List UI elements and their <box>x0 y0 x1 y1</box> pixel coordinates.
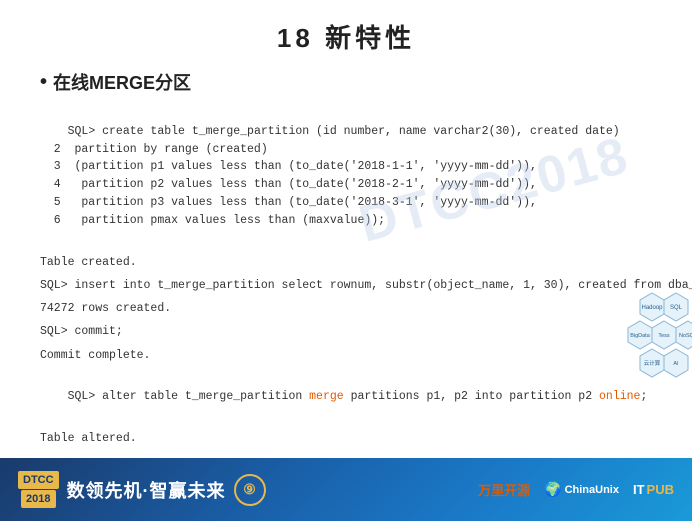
code-line-5: 5 partition p3 values less than (to_date… <box>40 196 537 209</box>
footer-icon-char: ⑨ <box>243 481 256 498</box>
main-content: DTCC2018 18 新特性 • 在线MERGE分区 SQL> create … <box>0 0 692 458</box>
page-title: 18 新特性 <box>40 18 652 55</box>
code-line-2: 2 partition by range (created) <box>40 143 268 156</box>
footer-right: 万里开源 🌍 ChinaUnix IT PUB <box>478 480 674 499</box>
dtcc-year: 2018 <box>21 490 55 508</box>
result-1: Table created. <box>40 256 652 269</box>
svg-text:SQL: SQL <box>670 305 683 311</box>
code-block-1: SQL> create table t_merge_partition (id … <box>40 105 652 248</box>
footer: DTCC 2018 数领先机·智赢未来 ⑨ 万里开源 🌍 ChinaUnix I… <box>0 458 692 521</box>
bullet-icon: • <box>40 71 47 94</box>
code-block-3: SQL> commit; <box>40 323 652 341</box>
svg-text:AI: AI <box>673 361 679 367</box>
code-block-4: SQL> alter table t_merge_partition merge… <box>40 370 652 423</box>
footer-logo-2-container: 🌍 ChinaUnix <box>544 481 619 498</box>
dtcc-badge: DTCC <box>18 471 59 489</box>
code-block-2: SQL> insert into t_merge_partition selec… <box>40 277 652 295</box>
code-line-1: SQL> create table t_merge_partition (id … <box>68 125 620 138</box>
result-4: Table altered. <box>40 432 652 445</box>
footer-logo-3: IT <box>633 482 645 497</box>
result-2: 74272 rows created. <box>40 302 652 315</box>
code-line-3: 3 (partition p1 values less than (to_dat… <box>40 160 537 173</box>
code-block-4-middle: partitions p1, p2 into partition p2 <box>344 390 599 403</box>
footer-logo-1: 万里开源 <box>478 480 530 499</box>
footer-logo-2: ChinaUnix <box>565 484 619 496</box>
code-line-6: 6 partition pmax values less than (maxva… <box>40 214 385 227</box>
footer-logo-3-container: IT PUB <box>633 482 674 497</box>
svg-text:NoSQL: NoSQL <box>679 333 692 339</box>
footer-pub: PUB <box>647 482 674 497</box>
code-block-4-suffix: ; <box>640 390 647 403</box>
code-block-4-prefix: SQL> alter table t_merge_partition <box>68 390 310 403</box>
code-merge-keyword: merge <box>309 390 344 403</box>
footer-icon: ⑨ <box>234 474 266 506</box>
footer-left: DTCC 2018 数领先机·智赢未来 ⑨ <box>18 471 266 509</box>
result-3: Commit complete. <box>40 349 652 362</box>
section-title: 在线MERGE分区 <box>53 69 191 95</box>
code-line-4: 4 partition p2 values less than (to_date… <box>40 178 537 191</box>
section-heading: • 在线MERGE分区 <box>40 69 652 95</box>
footer-slogan: 数领先机·智赢未来 <box>67 477 226 503</box>
code-online-keyword: online <box>599 390 640 403</box>
svg-text:Tess: Tess <box>658 333 670 339</box>
